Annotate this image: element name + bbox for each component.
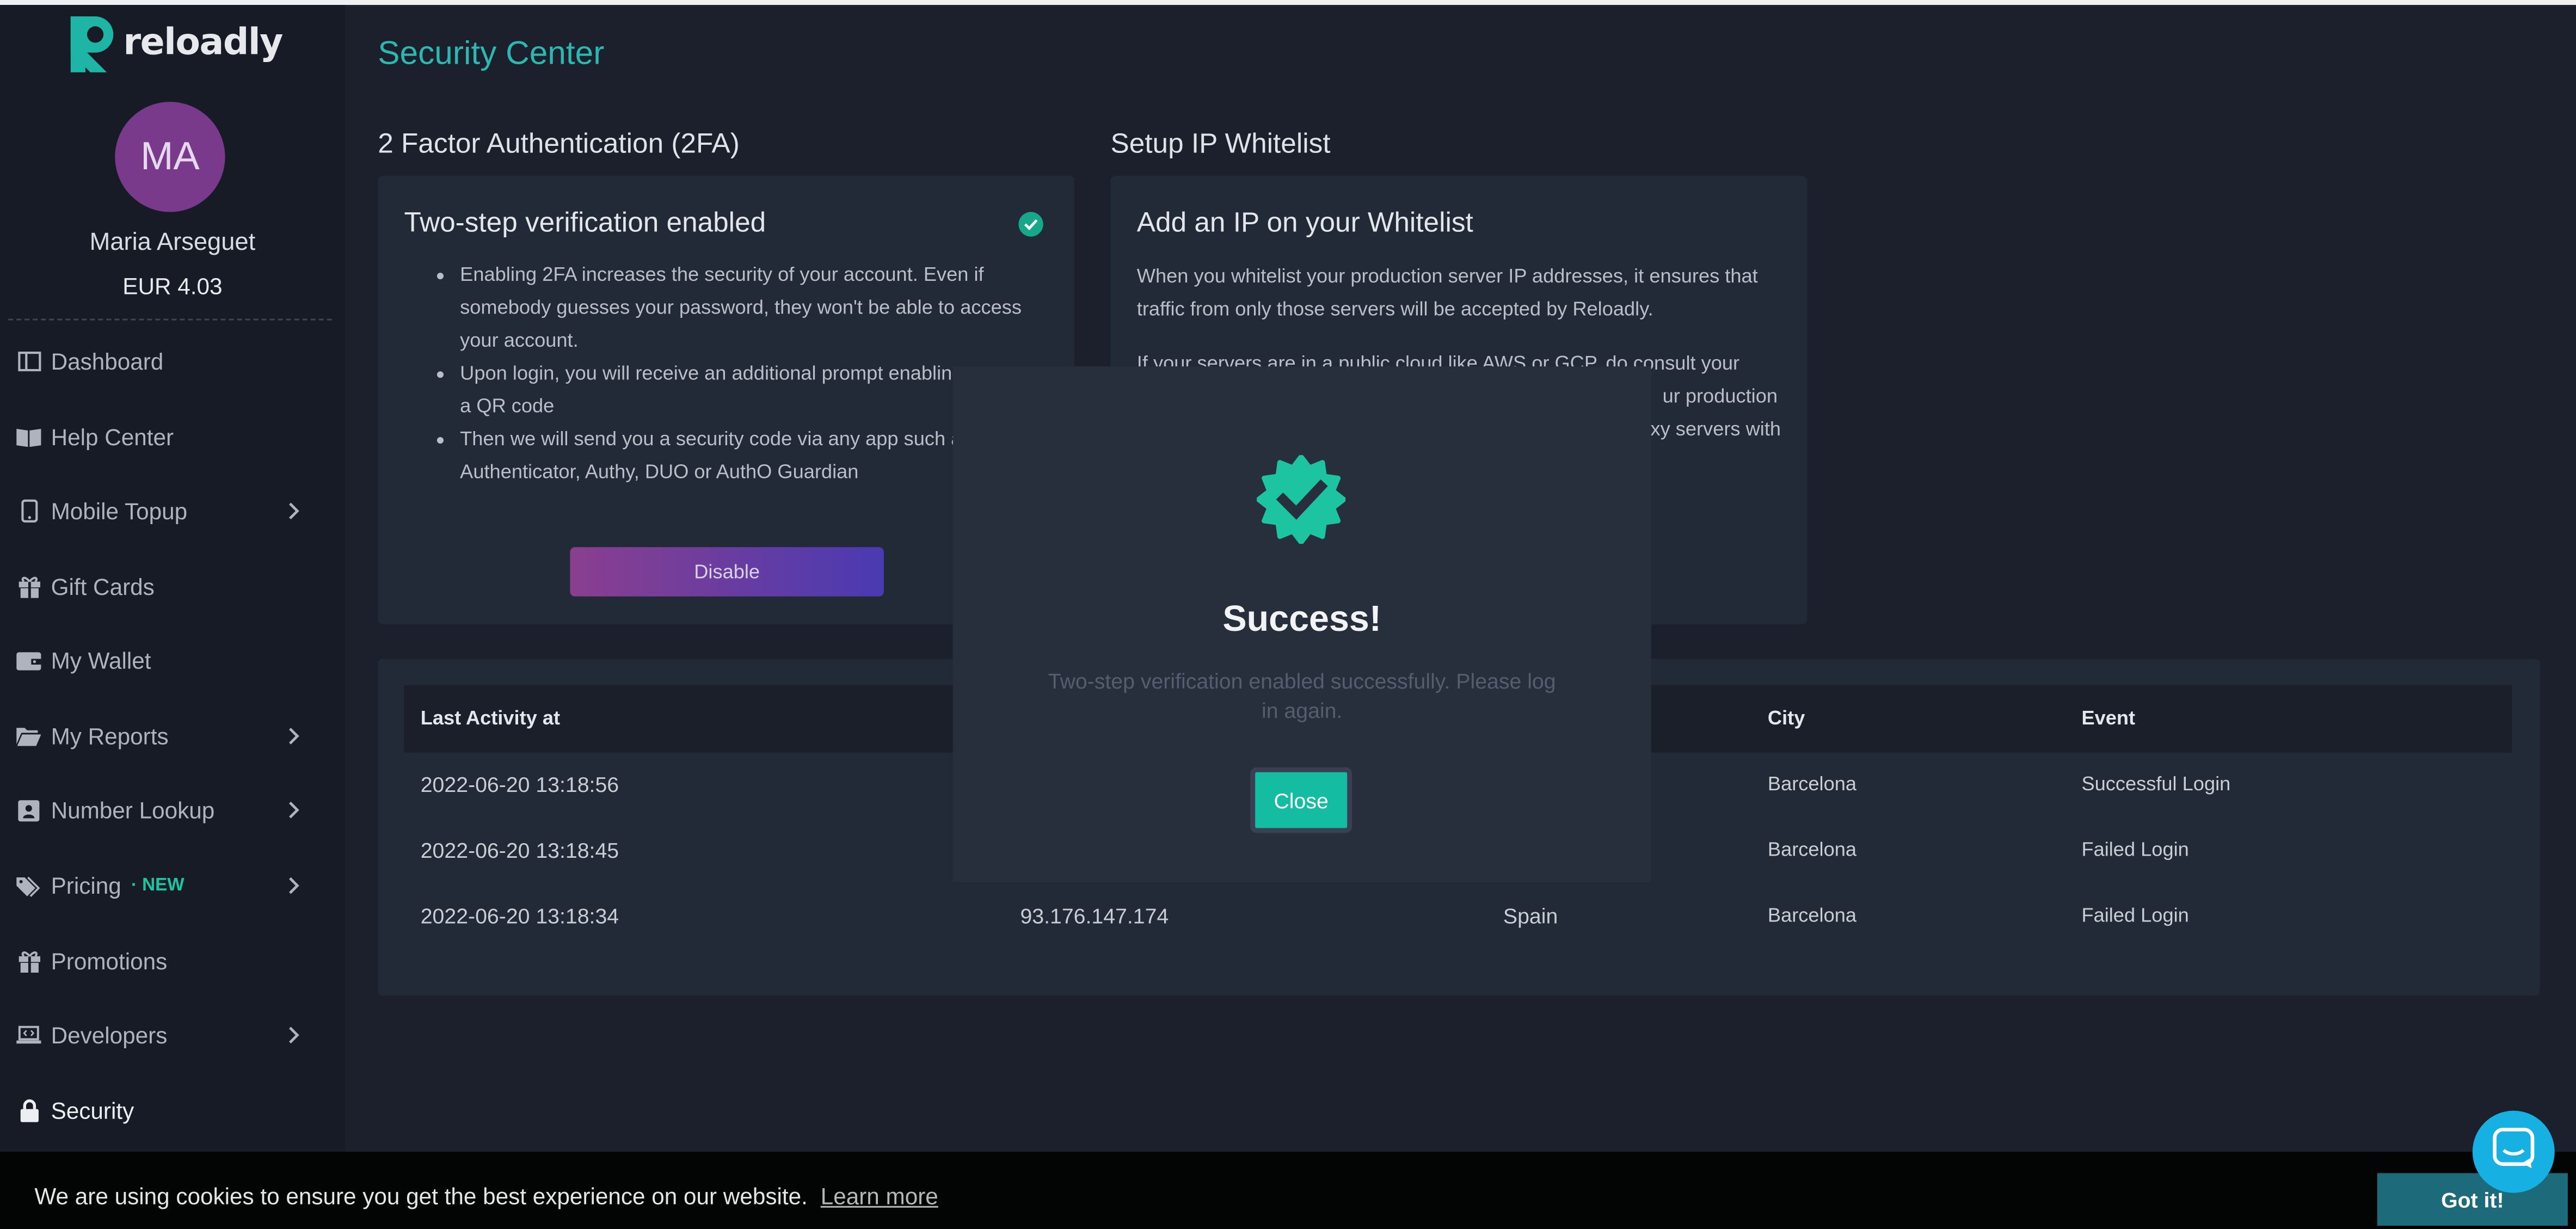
sidebar-item-help-center[interactable]: Help Center [16, 417, 312, 457]
sidebar-item-my-wallet[interactable]: My Wallet [16, 641, 312, 680]
chat-icon [2492, 1126, 2535, 1177]
mobile-icon [16, 499, 41, 523]
column-header-city: City [1767, 706, 1805, 730]
sidebar-item-label: Gift Cards [51, 573, 155, 600]
lock-icon [16, 1098, 41, 1123]
top-border [0, 0, 2576, 5]
badge-shape [1256, 454, 1347, 545]
column-header-event: Event [2081, 706, 2136, 730]
cell-city: Barcelona [1767, 772, 1857, 796]
tags-icon [16, 873, 41, 898]
whitelist-card-title: Add an IP on your Whitelist [1136, 207, 1473, 238]
sidebar-item-number-lookup[interactable]: Number Lookup [16, 790, 312, 829]
gift-icon [16, 574, 41, 599]
chevron-right-icon [282, 496, 305, 526]
sidebar-item-label: Help Center [51, 423, 174, 451]
id-card-icon [16, 798, 41, 822]
avatar[interactable]: MA [115, 102, 225, 212]
folder-icon [16, 724, 41, 748]
cell-country: Spain [1503, 904, 1558, 929]
page-title: Security Center [378, 36, 605, 72]
twofa-card-title: Two-step verification enabled [404, 207, 766, 238]
sidebar-item-promotions[interactable]: Promotions [16, 942, 312, 981]
sidebar-item-label: Developers [51, 1022, 168, 1048]
whitelist-paragraph: When you whitelist your production serve… [1136, 265, 1758, 321]
wallet-balance: EUR 4.03 [122, 273, 223, 299]
logo-text: reloadly [123, 22, 283, 64]
laptop-code-icon [16, 1023, 41, 1047]
sidebar-item-label: My Reports [51, 723, 169, 749]
check-circle-icon [1018, 212, 1043, 237]
sidebar: reloadly MA Maria Arseguet EUR 4.03 Dash… [0, 5, 345, 1229]
sidebar-item-label: Security [51, 1097, 134, 1124]
learn-more-link[interactable]: Learn more [821, 1183, 938, 1209]
chat-launcher[interactable] [2472, 1110, 2555, 1193]
cookie-text-wrap: We are using cookies to ensure you get t… [34, 1183, 938, 1209]
list-item: Enabling 2FA increases the security of y… [460, 258, 1040, 357]
whitelist-heading: Setup IP Whitelist [1110, 128, 1331, 159]
book-icon [16, 425, 41, 449]
close-button[interactable]: Close [1250, 767, 1352, 833]
cell-event: Successful Login [2081, 772, 2231, 796]
cell-city: Barcelona [1767, 838, 1857, 861]
sidebar-item-security[interactable]: Security [16, 1091, 312, 1130]
sidebar-item-my-reports[interactable]: My Reports [16, 716, 312, 755]
chevron-right-icon [282, 871, 305, 900]
chevron-right-icon [282, 1021, 305, 1050]
wallet-icon [16, 648, 41, 673]
chevron-right-icon [282, 721, 305, 751]
sidebar-divider [8, 318, 332, 321]
disable-2fa-button[interactable]: Disable [570, 547, 884, 597]
cell-ip: 93.176.147.174 [1020, 904, 1169, 929]
cell-event: Failed Login [2081, 838, 2189, 861]
reloadly-logo-icon [66, 11, 120, 74]
chevron-right-icon [282, 795, 305, 825]
new-badge: · NEW [131, 875, 185, 896]
modal-title: Success! [1222, 598, 1381, 640]
user-name: Maria Arseguet [89, 228, 256, 256]
cookie-banner: We are using cookies to ensure you get t… [0, 1152, 2576, 1229]
logo[interactable]: reloadly [66, 11, 283, 74]
sidebar-item-label: Dashboard [51, 348, 164, 375]
dashboard-icon [16, 349, 41, 373]
sidebar-item-dashboard[interactable]: Dashboard [16, 342, 312, 381]
modal-message: Two-step verification enabled successful… [1048, 668, 1556, 723]
sidebar-item-developers[interactable]: Developers [16, 1016, 312, 1055]
cell-time: 2022-06-20 13:18:34 [420, 904, 619, 929]
gift-icon [16, 949, 41, 973]
sidebar-item-pricing[interactable]: Pricing · NEW [16, 866, 312, 905]
cell-city: Barcelona [1767, 904, 1857, 927]
sidebar-item-label: Promotions [51, 948, 168, 975]
verified-badge-icon [1256, 454, 1347, 545]
table-row: 2022-06-20 13:18:34 93.176.147.174 Spain… [404, 884, 2512, 950]
sidebar-item-label: My Wallet [51, 647, 151, 674]
sidebar-item-label: Number Lookup [51, 797, 215, 824]
cell-time: 2022-06-20 13:18:45 [420, 838, 619, 863]
sidebar-item-label: Pricing [51, 872, 121, 899]
twofa-heading: 2 Factor Authentication (2FA) [378, 128, 740, 159]
success-modal: Success! Two-step verification enabled s… [952, 366, 1651, 883]
cookie-message: We are using cookies to ensure you get t… [34, 1183, 808, 1209]
column-header-last-activity: Last Activity at [420, 706, 561, 730]
sidebar-item-mobile-topup[interactable]: Mobile Topup [16, 491, 312, 531]
twofa-bullets: Enabling 2FA increases the security of y… [432, 258, 1040, 488]
cell-time: 2022-06-20 13:18:56 [420, 772, 619, 797]
cell-event: Failed Login [2081, 904, 2189, 927]
sidebar-item-label: Mobile Topup [51, 497, 188, 524]
sidebar-item-gift-cards[interactable]: Gift Cards [16, 567, 312, 606]
